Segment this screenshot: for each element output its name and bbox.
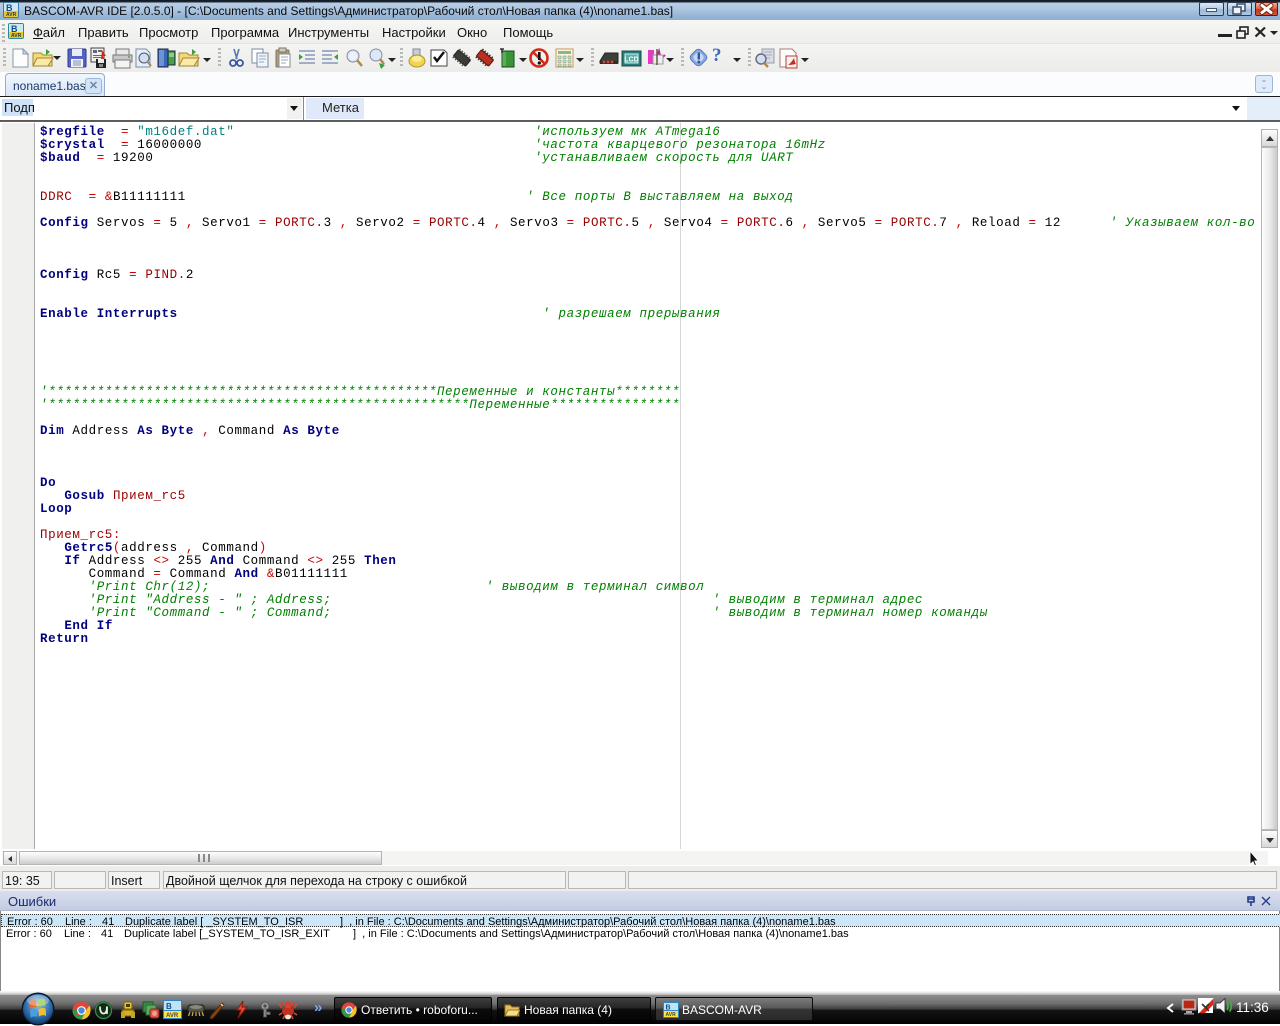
svg-text:B: B — [166, 1002, 172, 1011]
svg-text:B: B — [666, 1005, 671, 1012]
svg-text:11:36: 11:36 — [1236, 1000, 1269, 1015]
svg-text:AVR: AVR — [11, 33, 22, 39]
svg-text:LCD: LCD — [624, 57, 638, 64]
svg-text:AVR: AVR — [666, 1012, 677, 1018]
svg-text:AVR: AVR — [166, 1013, 179, 1019]
svg-text:AVR: AVR — [6, 12, 17, 18]
